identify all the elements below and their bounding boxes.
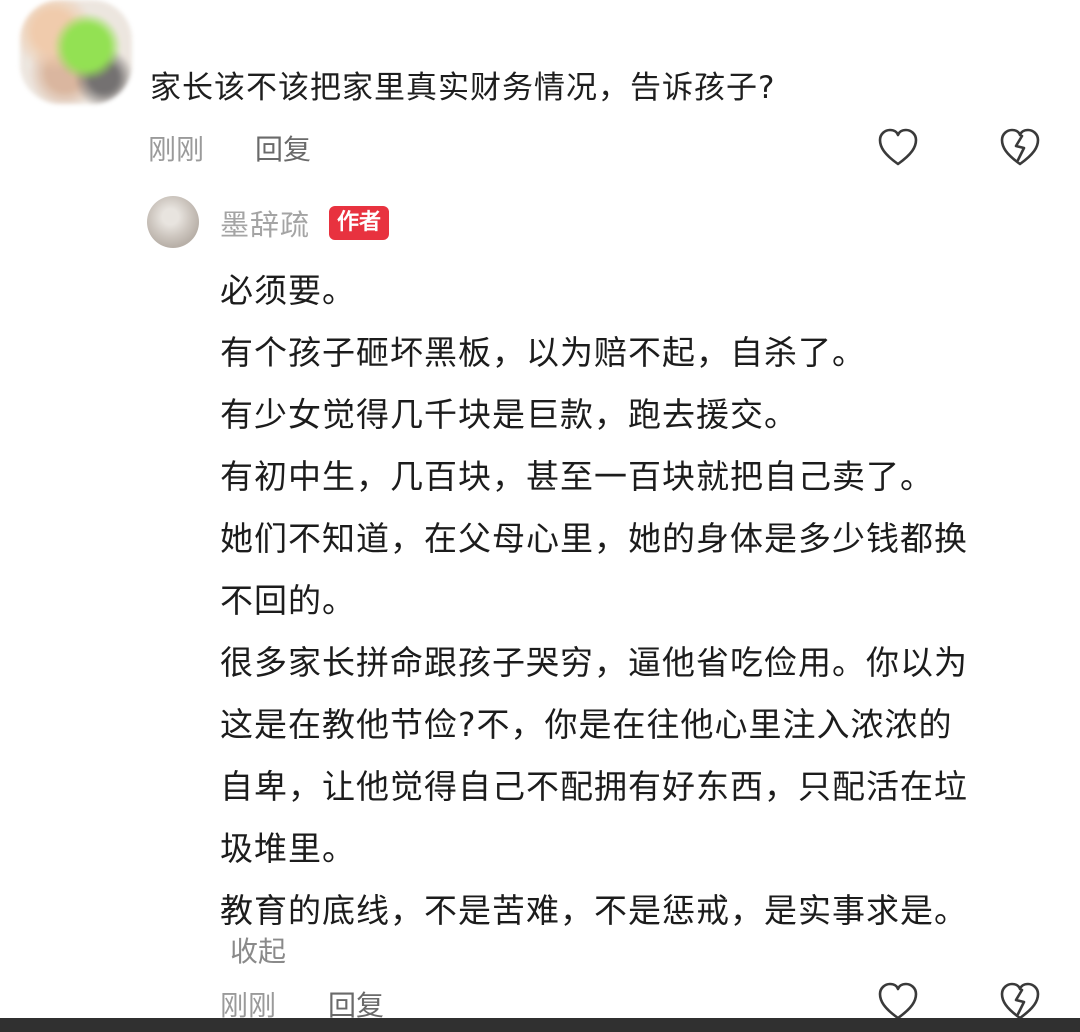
reply-line: 自卑，让他觉得自己不配拥有好东西，只配活在垃 [220,767,968,806]
collapse-link[interactable]: 收起 [230,930,286,970]
heart-icon [878,128,918,166]
reply-line: 不回的。 [220,581,356,620]
comment-like-button[interactable] [876,126,920,170]
reply-line: 教育的底线，不是苦难，不是惩戒，是实事求是。 [220,891,968,930]
reply-line: 很多家长拼命跟孩子哭穷，逼他省吃俭用。你以为 [220,643,968,682]
comment-text: 家长该不该把家里真实财务情况，告诉孩子? [150,70,776,106]
commenter-avatar[interactable] [20,0,132,104]
author-badge: 作者 [329,206,390,240]
author-avatar[interactable] [147,196,199,248]
reply-line: 有个孩子砸坏黑板，以为赔不起，自杀了。 [220,333,866,372]
reply-line: 必须要。 [220,271,356,310]
reply-line: 她们不知道，在父母心里，她的身体是多少钱都换 [220,519,968,558]
broken-heart-icon [1000,128,1040,166]
comment-reply-button[interactable]: 回复 [255,128,311,168]
reply-line: 有初中生，几百块，甚至一百块就把自己卖了。 [220,457,934,496]
author-name[interactable]: 墨辞疏 [220,202,310,244]
reply-line: 圾堆里。 [220,829,356,868]
reply-body: 必须要。 有个孩子砸坏黑板，以为赔不起，自杀了。 有少女觉得几千块是巨款，跑去援… [220,260,1050,942]
comment-timestamp: 刚刚 [148,133,205,166]
comment-dislike-button[interactable] [998,126,1042,170]
reply-line: 这是在教他节俭?不，你是在往他心里注入浓浓的 [220,705,953,744]
bottom-bar [0,1018,1080,1032]
reply-line: 有少女觉得几千块是巨款，跑去援交。 [220,395,798,434]
